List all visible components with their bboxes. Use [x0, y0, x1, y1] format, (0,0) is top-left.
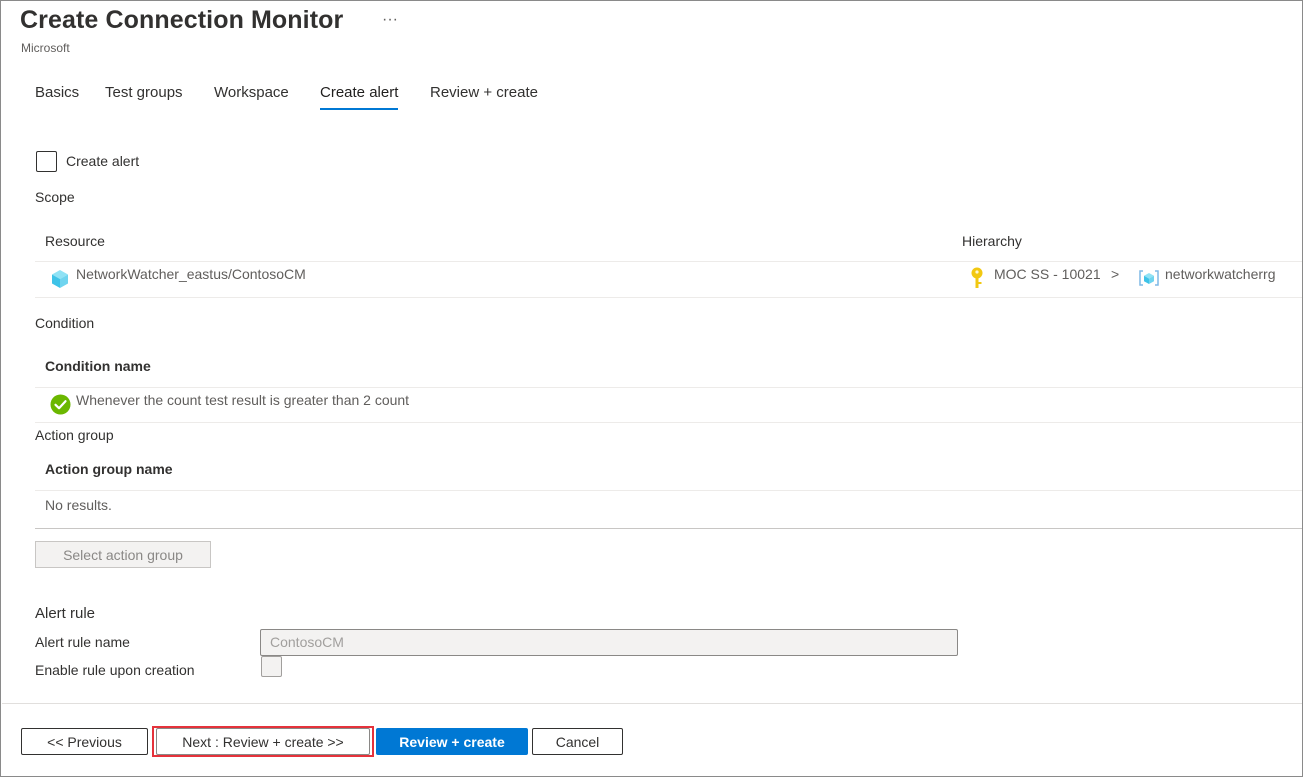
page-subtitle: Microsoft: [21, 41, 70, 55]
resource-column-header: Resource: [45, 233, 105, 249]
cancel-button[interactable]: Cancel: [532, 728, 623, 755]
scope-heading: Scope: [35, 189, 75, 205]
alert-rule-name-label: Alert rule name: [35, 634, 130, 650]
action-group-heading: Action group: [35, 427, 114, 443]
condition-heading: Condition: [35, 315, 95, 331]
tab-basics[interactable]: Basics: [35, 84, 79, 108]
create-connection-monitor-blade: Create Connection Monitor ··· Microsoft …: [0, 0, 1303, 777]
resource-group-icon: [1139, 270, 1159, 286]
enable-rule-checkbox[interactable]: [261, 656, 282, 677]
alert-rule-heading: Alert rule: [35, 605, 96, 622]
divider: [35, 422, 1302, 423]
tab-create-alert[interactable]: Create alert: [320, 84, 399, 110]
alert-rule-name-input[interactable]: ContosoCM: [260, 629, 958, 656]
divider: [35, 261, 1302, 262]
tab-review-create[interactable]: Review + create: [430, 84, 538, 108]
check-circle-icon: [50, 394, 71, 415]
tab-test-groups[interactable]: Test groups: [105, 84, 183, 108]
key-icon: [971, 267, 983, 288]
condition-name-column-header: Condition name: [45, 358, 151, 374]
scope-subscription-name[interactable]: MOC SS - 10021: [994, 266, 1101, 282]
create-alert-checkbox[interactable]: [36, 151, 57, 172]
scope-resource-group-name[interactable]: networkwatcherrg: [1165, 266, 1276, 282]
resource-cube-icon: [52, 270, 68, 288]
footer-divider: [2, 703, 1302, 704]
review-create-button[interactable]: Review + create: [376, 728, 528, 755]
hierarchy-column-header: Hierarchy: [962, 233, 1022, 249]
no-results-text: No results.: [45, 497, 112, 513]
page-title: Create Connection Monitor: [20, 6, 344, 34]
next-button-highlight: [152, 726, 374, 757]
more-options-icon[interactable]: ···: [382, 11, 398, 29]
divider: [35, 490, 1302, 491]
tab-workspace[interactable]: Workspace: [214, 84, 289, 108]
condition-row[interactable]: Whenever the count test result is greate…: [76, 392, 409, 408]
scope-resource-name[interactable]: NetworkWatcher_eastus/ContosoCM: [76, 266, 306, 282]
divider: [35, 528, 1302, 529]
breadcrumb-chevron-icon: >: [1111, 266, 1120, 282]
previous-button[interactable]: << Previous: [21, 728, 148, 755]
divider: [35, 297, 1302, 298]
divider: [35, 387, 1302, 388]
enable-rule-label: Enable rule upon creation: [35, 662, 195, 678]
action-group-name-column-header: Action group name: [45, 461, 173, 477]
create-alert-label: Create alert: [66, 153, 140, 169]
select-action-group-button[interactable]: Select action group: [35, 541, 211, 568]
